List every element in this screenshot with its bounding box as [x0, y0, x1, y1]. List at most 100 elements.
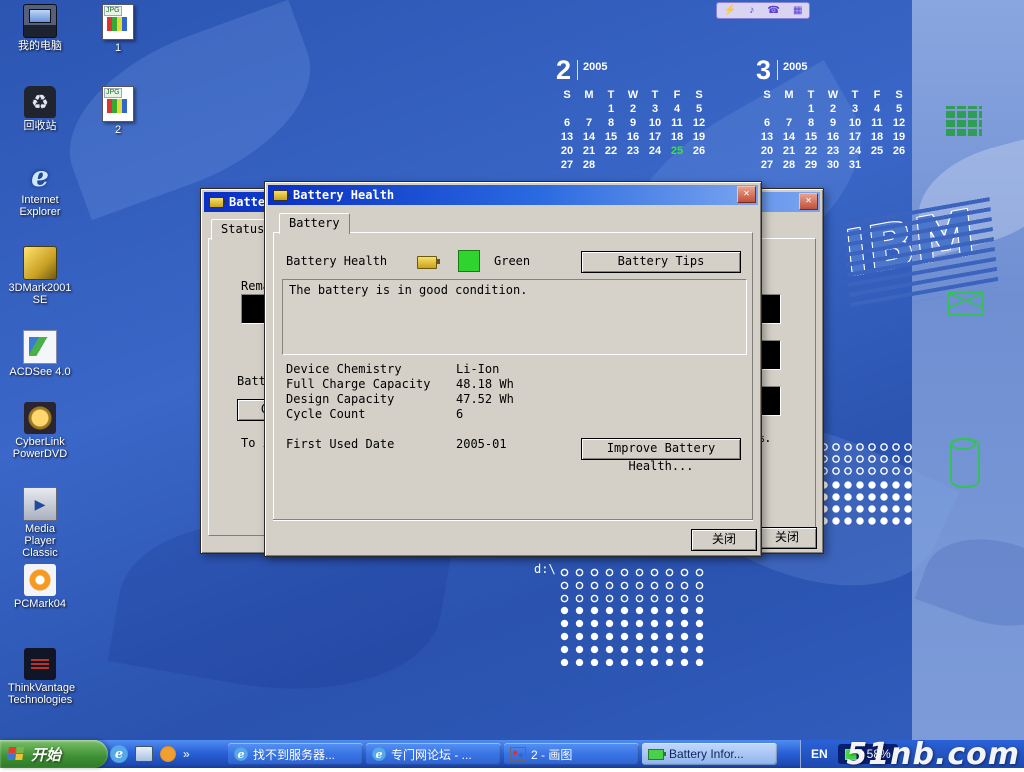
- taskbar-tasks: 找不到服务器... 专门网论坛 - ...2 - 画图 Battery Infor.…: [228, 743, 777, 765]
- desktop-icon-recycle-bin[interactable]: 回收站: [8, 86, 72, 132]
- improve-battery-health-button[interactable]: Improve Battery Health...: [581, 438, 741, 460]
- start-button[interactable]: 开始: [0, 740, 108, 768]
- 3dmark-icon: [23, 246, 57, 280]
- calendar-day: 13: [556, 130, 578, 144]
- calendar-day: 10: [844, 116, 866, 130]
- powerdvd-icon: [24, 402, 56, 434]
- desktop-icon-label: Internet Explorer: [8, 194, 72, 218]
- battery-fields: Device ChemistryLi-IonFull Charge Capaci…: [286, 362, 606, 422]
- calendar-day: [556, 102, 578, 116]
- calendar-day: 17: [844, 130, 866, 144]
- taskbar-task[interactable]: Battery Infor...: [642, 743, 777, 765]
- battery-health-titlebar[interactable]: Battery Health: [268, 185, 758, 205]
- task-label: Battery Infor...: [669, 747, 744, 761]
- battery-tips-button[interactable]: Battery Tips: [581, 251, 741, 273]
- calendar-day: 18: [866, 130, 888, 144]
- taskbar-task[interactable]: 找不到服务器...: [228, 743, 363, 765]
- ie-quicklaunch-icon[interactable]: [110, 745, 128, 763]
- calendar-day: 21: [578, 144, 600, 158]
- quicklaunch-overflow-chevron[interactable]: [183, 745, 190, 763]
- recycle-bin-icon: [24, 86, 56, 118]
- task-label: 找不到服务器...: [253, 746, 335, 763]
- calendar-day: 22: [800, 144, 822, 158]
- taskbar-task[interactable]: 专门网论坛 - ...: [366, 743, 501, 765]
- quick-launch: [104, 740, 196, 768]
- plug-icon: ⚡: [724, 4, 736, 17]
- dots-grid: [557, 604, 707, 666]
- drive-label: d:\: [534, 562, 556, 576]
- calendar-dow: S: [556, 88, 578, 102]
- calendar-day: 16: [622, 130, 644, 144]
- calendar-day: [866, 158, 888, 172]
- calendar-day: 2: [822, 102, 844, 116]
- field-value: 48.18 Wh: [456, 377, 514, 391]
- calendar-day: 19: [888, 130, 910, 144]
- desktop-file-2[interactable]: JPG2: [94, 86, 142, 136]
- window-title: Batte: [229, 195, 265, 209]
- calendar-day: 23: [622, 144, 644, 158]
- calendar-day: 5: [888, 102, 910, 116]
- calendar-day: 15: [800, 130, 822, 144]
- calendar-dow: S: [688, 88, 710, 102]
- separator: [273, 519, 753, 521]
- calendar-grid: 1234567891011121314151617181920212223242…: [556, 102, 716, 172]
- taskbar-task[interactable]: 2 - 画图: [504, 743, 639, 765]
- calendar-month: 2: [556, 56, 571, 84]
- calendar-day: 14: [778, 130, 800, 144]
- calendar-dow: M: [778, 88, 800, 102]
- desktop-icon-thinkvantage[interactable]: ThinkVantage Technologies: [8, 648, 72, 706]
- desktop-icon-label: PCMark04: [8, 598, 72, 610]
- battery-icon: [648, 749, 664, 760]
- calendar-day: 15: [600, 130, 622, 144]
- desktop-file-1[interactable]: JPG1: [94, 4, 142, 54]
- calendar-header: 3 2005: [756, 56, 916, 88]
- calendar-day: 25: [866, 144, 888, 158]
- desktop-icon-mpc[interactable]: Media Player Classic: [8, 487, 72, 559]
- desktop-icon-pcmark[interactable]: PCMark04: [8, 564, 72, 610]
- tab-battery[interactable]: Battery: [279, 213, 350, 234]
- battery-title-icon: [273, 190, 288, 201]
- calendar-day: [600, 158, 622, 172]
- calendar-day: [666, 158, 688, 172]
- close-icon[interactable]: ✕: [799, 193, 818, 210]
- calendar-day: 20: [556, 144, 578, 158]
- desktop-icon-my-computer[interactable]: 我的电脑: [8, 4, 72, 52]
- desktop-icon-3dmark[interactable]: 3DMark2001 SE: [8, 246, 72, 306]
- calendar-day: 26: [688, 144, 710, 158]
- battery-title-icon: [209, 197, 224, 208]
- window-title: Battery Health: [293, 188, 394, 202]
- close-icon[interactable]: ✕: [737, 186, 756, 203]
- paint-icon: [510, 747, 526, 761]
- file-label: 1: [94, 42, 142, 54]
- calendar-day: 27: [756, 158, 778, 172]
- calendar-day: 11: [866, 116, 888, 130]
- calendar-dow: T: [844, 88, 866, 102]
- desktop-icon-powerdvd[interactable]: CyberLink PowerDVD: [8, 402, 72, 460]
- calendar-day: 20: [756, 144, 778, 158]
- condition-text: The battery is in good condition.: [289, 283, 527, 297]
- calendar-day: 7: [778, 116, 800, 130]
- close-button[interactable]: 关闭: [691, 529, 757, 551]
- desktop-icon-acdsee[interactable]: ACDSee 4.0: [8, 330, 72, 378]
- gauge-box: [761, 386, 781, 416]
- note-icon: ♪: [749, 4, 754, 17]
- calendar-dow: S: [756, 88, 778, 102]
- close-button[interactable]: 关闭: [757, 527, 817, 549]
- dots-grid: [818, 479, 912, 526]
- desktop-icon-label: ACDSee 4.0: [8, 366, 72, 378]
- calendar-day: 4: [866, 102, 888, 116]
- mini-toolbar: ⚡ ♪ ☎ ▦: [716, 2, 810, 19]
- show-desktop-icon[interactable]: [135, 746, 153, 762]
- calendar-year: 2005: [783, 61, 807, 73]
- field-value: 6: [456, 407, 463, 421]
- calendar-day: 12: [888, 116, 910, 130]
- calendar-dow: W: [622, 88, 644, 102]
- desktop-icon-internet-explorer[interactable]: Internet Explorer: [8, 160, 72, 218]
- calendar-day: 24: [844, 144, 866, 158]
- field-label: Full Charge Capacity: [286, 377, 431, 391]
- gauge-box: [761, 340, 781, 370]
- dots-grid: [818, 441, 912, 478]
- language-indicator[interactable]: EN: [811, 747, 828, 761]
- calendar-day: 9: [622, 116, 644, 130]
- media-player-quicklaunch-icon[interactable]: [160, 746, 176, 762]
